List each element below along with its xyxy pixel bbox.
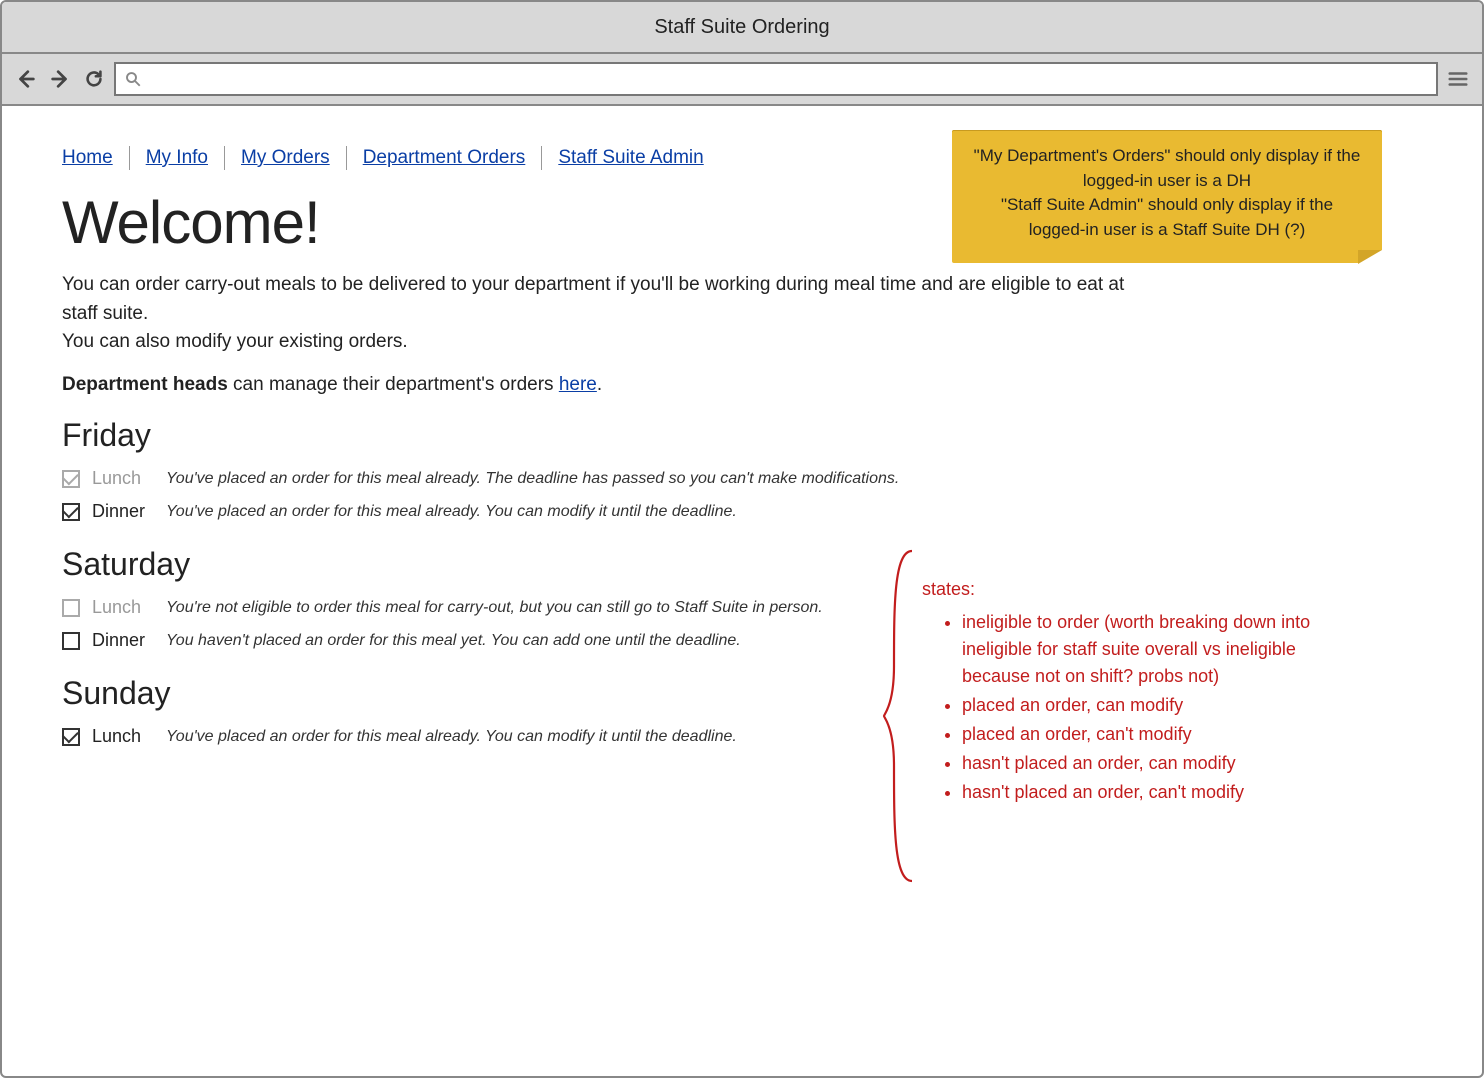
nav-home[interactable]: Home <box>62 147 129 169</box>
intro-line-2: You can also modify your existing orders… <box>62 331 408 352</box>
meal-status: You've placed an order for this meal alr… <box>166 728 737 746</box>
meal-name: Lunch <box>92 726 154 747</box>
annotation-heading: states: <box>922 576 1362 603</box>
nav-my-info[interactable]: My Info <box>130 147 224 169</box>
annotation-item: hasn't placed an order, can't modify <box>962 779 1362 806</box>
window-titlebar: Staff Suite Ordering <box>2 2 1482 54</box>
url-input[interactable] <box>150 69 1428 89</box>
nav-staff-suite-admin[interactable]: Staff Suite Admin <box>542 147 719 169</box>
intro-line-1: You can order carry-out meals to be deli… <box>62 274 1124 324</box>
reload-icon <box>83 68 105 90</box>
page-content: "My Department's Orders" should only dis… <box>2 106 1482 1076</box>
window-title: Staff Suite Ordering <box>654 16 829 39</box>
search-icon <box>124 70 142 88</box>
meal-name: Dinner <box>92 501 154 522</box>
dh-suffix: . <box>597 374 602 395</box>
day-block: Friday Lunch You've placed an order for th… <box>62 417 1422 528</box>
annotation-item: ineligible to order (worth breaking down… <box>962 609 1362 690</box>
nav-my-orders[interactable]: My Orders <box>225 147 346 169</box>
menu-button[interactable] <box>1444 65 1472 93</box>
browser-toolbar <box>2 54 1482 106</box>
brace-icon <box>882 546 922 886</box>
meal-status: You're not eligible to order this meal f… <box>166 599 823 617</box>
annotation-item: placed an order, can modify <box>962 692 1362 719</box>
meal-row: Dinner You've placed an order for this me… <box>62 495 1422 528</box>
annotation-list: ineligible to order (worth breaking down… <box>922 609 1362 806</box>
reload-button[interactable] <box>80 65 108 93</box>
meal-name: Lunch <box>92 468 154 489</box>
annotation-item: hasn't placed an order, can modify <box>962 750 1362 777</box>
dh-label: Department heads <box>62 374 228 395</box>
url-bar[interactable] <box>114 62 1438 96</box>
states-annotation: states: ineligible to order (worth break… <box>882 546 1362 886</box>
forward-button[interactable] <box>46 65 74 93</box>
meal-checkbox[interactable] <box>62 632 80 650</box>
annotation-item: placed an order, can't modify <box>962 721 1362 748</box>
sticky-note-line: "My Department's Orders" should only dis… <box>972 144 1362 193</box>
nav-department-orders[interactable]: Department Orders <box>347 147 542 169</box>
arrow-right-icon <box>49 68 71 90</box>
meal-checkbox[interactable] <box>62 728 80 746</box>
back-button[interactable] <box>12 65 40 93</box>
meal-status: You've placed an order for this meal alr… <box>166 503 737 521</box>
arrow-left-icon <box>15 68 37 90</box>
meal-checkbox <box>62 599 80 617</box>
hamburger-icon <box>1447 68 1469 90</box>
intro-text: You can order carry-out meals to be deli… <box>62 271 1162 399</box>
meal-name: Dinner <box>92 630 154 651</box>
meal-name: Lunch <box>92 597 154 618</box>
browser-window: Staff Suite Ordering "My Department's Or… <box>0 0 1484 1078</box>
meal-status: You've placed an order for this meal alr… <box>166 470 899 488</box>
meal-checkbox <box>62 470 80 488</box>
sticky-note: "My Department's Orders" should only dis… <box>952 130 1382 263</box>
day-heading: Friday <box>62 417 1422 454</box>
meal-status: You haven't placed an order for this mea… <box>166 632 741 650</box>
meal-checkbox[interactable] <box>62 503 80 521</box>
sticky-note-line: "Staff Suite Admin" should only display … <box>972 193 1362 242</box>
dh-text: can manage their department's orders <box>228 374 559 395</box>
here-link[interactable]: here <box>559 374 597 395</box>
meal-row: Lunch You've placed an order for this mea… <box>62 462 1422 495</box>
